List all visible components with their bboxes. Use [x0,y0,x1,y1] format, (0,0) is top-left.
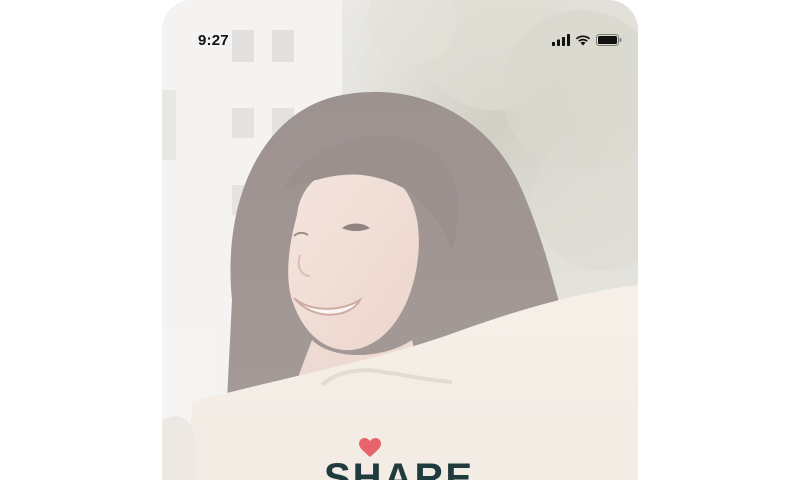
phone-frame: 9:27 SHARE [162,0,638,480]
status-icons [552,33,622,51]
heart-icon [359,438,381,457]
logo-text: SHARE [324,456,475,480]
hero-photo [162,0,638,480]
screen: 9:27 SHARE [0,0,800,480]
battery-icon [596,33,622,51]
brand-logo: SHARE [324,438,504,480]
status-time: 9:27 [198,32,229,49]
status-bar: 9:27 [162,0,638,60]
photo-overlay [162,0,638,480]
cellular-signal-icon [552,33,570,51]
wifi-icon [575,33,591,51]
